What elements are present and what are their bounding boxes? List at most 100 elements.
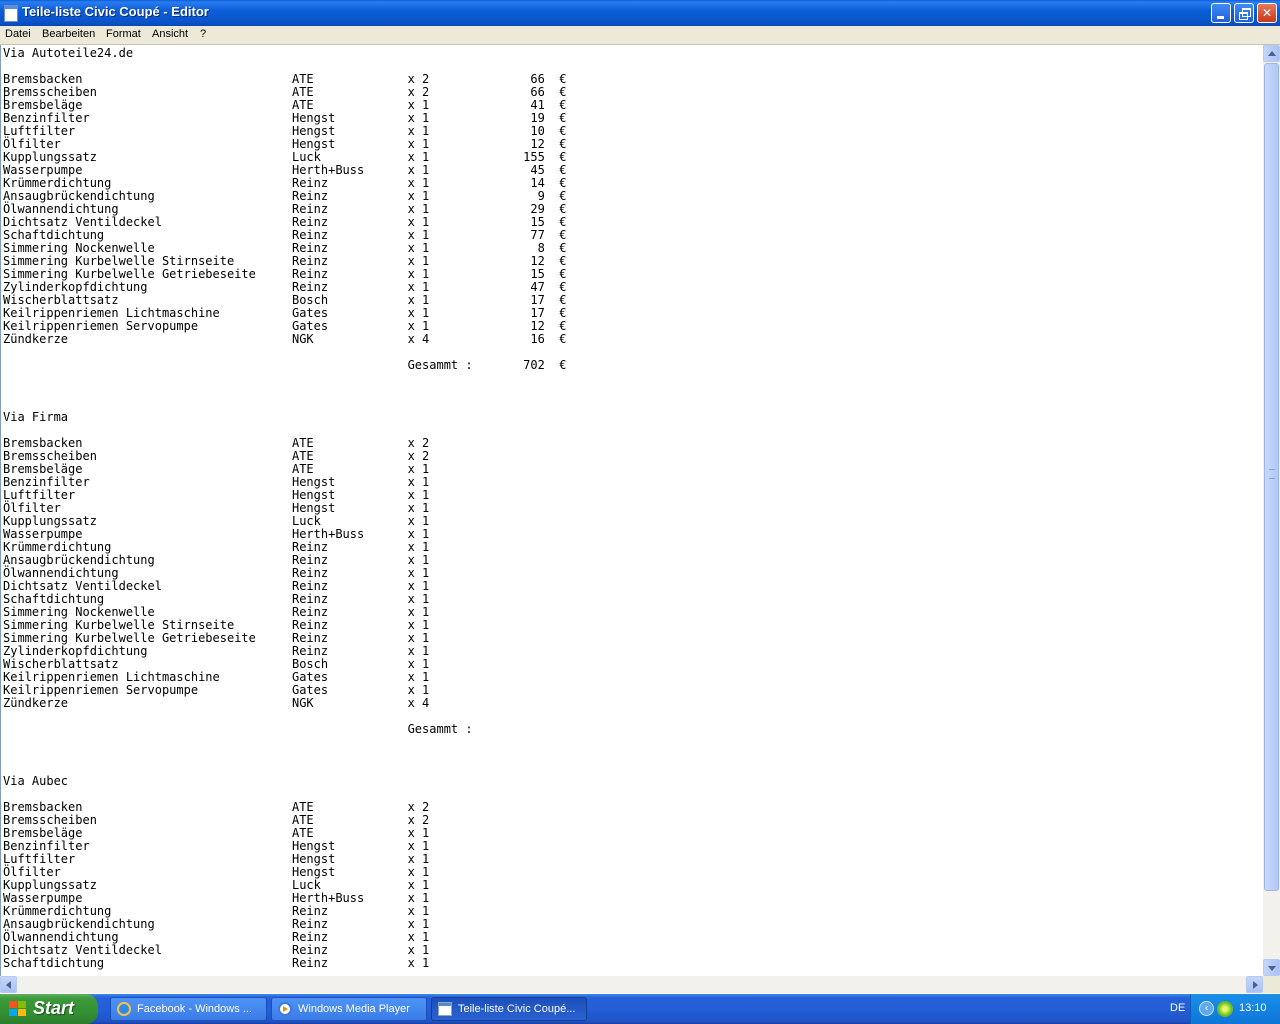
parts-row: Kupplungssatz Luck x 1 <box>3 878 430 892</box>
close-button[interactable] <box>1257 3 1277 23</box>
parts-row: Simmering Kurbelwelle Getriebeseite Rein… <box>3 631 430 645</box>
parts-row: Wasserpumpe Herth+Buss x 1 45 € <box>3 163 567 177</box>
parts-row: Schaftdichtung Reinz x 1 <box>3 956 430 970</box>
parts-row: Bremsbeläge ATE x 1 41 € <box>3 98 567 112</box>
section-heading: Via Autoteile24.de <box>3 46 134 60</box>
text-editor-area[interactable]: Via Autoteile24.de Bremsbacken ATE x 2 6… <box>0 45 1264 976</box>
system-tray: ‹ 13:10 <box>1190 994 1280 1024</box>
parts-row: Bremsbeläge ATE x 1 <box>3 462 430 476</box>
parts-row: Ölwannendichtung Reinz x 1 <box>3 566 430 580</box>
scroll-down-button[interactable] <box>1263 959 1280 976</box>
parts-row: Dichtsatz Ventildeckel Reinz x 1 <box>3 579 430 593</box>
parts-row: Keilrippenriemen Lichtmaschine Gates x 1… <box>3 306 567 320</box>
parts-row: Benzinfilter Hengst x 1 19 € <box>3 111 567 125</box>
parts-row: Ölfilter Hengst x 1 12 € <box>3 137 567 151</box>
taskbar-item-label: Facebook - Windows ... <box>137 1003 252 1015</box>
menu-bar: Datei Bearbeiten Format Ansicht ? <box>0 26 1280 45</box>
taskbar-item-media-player[interactable]: Windows Media Player <box>271 997 427 1021</box>
scroll-left-button[interactable] <box>0 976 17 993</box>
internet-explorer-icon <box>117 1002 131 1016</box>
vertical-scroll-thumb[interactable] <box>1264 63 1279 891</box>
parts-row: Dichtsatz Ventildeckel Reinz x 1 15 € <box>3 215 567 229</box>
window-title: Teile-liste Civic Coupé - Editor <box>22 4 209 19</box>
parts-row: Luftfilter Hengst x 1 <box>3 488 430 502</box>
document-text[interactable]: Via Autoteile24.de Bremsbacken ATE x 2 6… <box>3 47 567 970</box>
parts-row: Krümmerdichtung Reinz x 1 <box>3 904 430 918</box>
scrollbar-corner <box>1263 976 1280 993</box>
parts-row: Ansaugbrückendichtung Reinz x 1 <box>3 917 430 931</box>
scroll-up-button[interactable] <box>1263 45 1280 62</box>
parts-row: Simmering Kurbelwelle Getriebeseite Rein… <box>3 267 567 281</box>
parts-row: Wischerblattsatz Bosch x 1 17 € <box>3 293 567 307</box>
parts-row: Simmering Kurbelwelle Stirnseite Reinz x… <box>3 254 567 268</box>
parts-row: Simmering Nockenwelle Reinz x 1 <box>3 605 430 619</box>
parts-row: Wischerblattsatz Bosch x 1 <box>3 657 430 671</box>
taskbar-item-label: Windows Media Player <box>298 1003 410 1015</box>
parts-row: Krümmerdichtung Reinz x 1 <box>3 540 430 554</box>
parts-row: Zündkerze NGK x 4 16 € <box>3 332 567 346</box>
parts-row: Ölwannendichtung Reinz x 1 29 € <box>3 202 567 216</box>
parts-row: Benzinfilter Hengst x 1 <box>3 475 430 489</box>
notepad-icon[interactable] <box>4 5 18 22</box>
minimize-button[interactable] <box>1211 3 1231 23</box>
parts-row: Zylinderkopfdichtung Reinz x 1 47 € <box>3 280 567 294</box>
parts-row: Keilrippenriemen Servopumpe Gates x 1 12… <box>3 319 567 333</box>
messenger-icon[interactable] <box>1217 1001 1233 1017</box>
language-indicator[interactable]: DE <box>1170 1002 1185 1014</box>
notepad-icon <box>438 1002 452 1016</box>
parts-row: Schaftdichtung Reinz x 1 <box>3 592 430 606</box>
clock[interactable]: 13:10 <box>1239 1002 1267 1014</box>
windows-logo-icon <box>9 1001 27 1017</box>
menu-bearbeiten[interactable]: Bearbeiten <box>42 28 95 40</box>
title-bar[interactable]: Teile-liste Civic Coupé - Editor <box>0 0 1280 26</box>
parts-row: Luftfilter Hengst x 1 10 € <box>3 124 567 138</box>
parts-row: Krümmerdichtung Reinz x 1 14 € <box>3 176 567 190</box>
taskbar-item-label: Teile-liste Civic Coupé... <box>458 1003 576 1015</box>
start-label: Start <box>33 998 75 1018</box>
start-button[interactable]: Start <box>0 994 98 1024</box>
parts-row: Ölwannendichtung Reinz x 1 <box>3 930 430 944</box>
horizontal-scrollbar[interactable] <box>0 976 1263 993</box>
taskbar-item-facebook[interactable]: Facebook - Windows ... <box>110 997 267 1021</box>
parts-row: Bremsbacken ATE x 2 <box>3 436 430 450</box>
menu-help[interactable]: ? <box>200 28 206 40</box>
menu-format[interactable]: Format <box>106 28 141 40</box>
menu-datei[interactable]: Datei <box>5 28 31 40</box>
parts-row: Ölfilter Hengst x 1 <box>3 865 430 879</box>
parts-row: Bremsscheiben ATE x 2 <box>3 813 430 827</box>
parts-row: Bremsscheiben ATE x 2 <box>3 449 430 463</box>
media-player-icon <box>278 1002 292 1016</box>
taskbar-item-editor[interactable]: Teile-liste Civic Coupé... <box>431 997 587 1021</box>
show-hidden-icons-icon[interactable]: ‹ <box>1199 1001 1214 1016</box>
parts-row: Zündkerze NGK x 4 <box>3 696 430 710</box>
taskbar: Start Facebook - Windows ... Windows Med… <box>0 994 1280 1024</box>
parts-row: Keilrippenriemen Lichtmaschine Gates x 1 <box>3 670 430 684</box>
section-heading: Via Firma <box>3 410 69 424</box>
parts-row: Ansaugbrückendichtung Reinz x 1 <box>3 553 430 567</box>
parts-row: Zylinderkopfdichtung Reinz x 1 <box>3 644 430 658</box>
parts-row: Simmering Kurbelwelle Stirnseite Reinz x… <box>3 618 430 632</box>
parts-row: Bremsbacken ATE x 2 66 € <box>3 72 567 86</box>
parts-row: Wasserpumpe Herth+Buss x 1 <box>3 527 430 541</box>
parts-row: Ansaugbrückendichtung Reinz x 1 9 € <box>3 189 567 203</box>
parts-row: Wasserpumpe Herth+Buss x 1 <box>3 891 430 905</box>
parts-row: Bremsbeläge ATE x 1 <box>3 826 430 840</box>
restore-button[interactable] <box>1234 3 1254 23</box>
total-row: Gesammt : 702 € <box>3 358 567 372</box>
parts-row: Ölfilter Hengst x 1 <box>3 501 430 515</box>
scroll-right-button[interactable] <box>1246 976 1263 993</box>
parts-row: Kupplungssatz Luck x 1 <box>3 514 430 528</box>
menu-ansicht[interactable]: Ansicht <box>152 28 188 40</box>
parts-row: Luftfilter Hengst x 1 <box>3 852 430 866</box>
vertical-scrollbar[interactable] <box>1263 45 1280 976</box>
total-row: Gesammt : <box>3 722 473 736</box>
parts-row: Dichtsatz Ventildeckel Reinz x 1 <box>3 943 430 957</box>
text-caret <box>4 92 5 106</box>
parts-row: Bremsscheiben ATE x 2 66 € <box>3 85 567 99</box>
parts-row: Schaftdichtung Reinz x 1 77 € <box>3 228 567 242</box>
parts-row: Keilrippenriemen Servopumpe Gates x 1 <box>3 683 430 697</box>
parts-row: Benzinfilter Hengst x 1 <box>3 839 430 853</box>
parts-row: Kupplungssatz Luck x 1 155 € <box>3 150 567 164</box>
parts-row: Bremsbacken ATE x 2 <box>3 800 430 814</box>
section-heading: Via Aubec <box>3 774 69 788</box>
